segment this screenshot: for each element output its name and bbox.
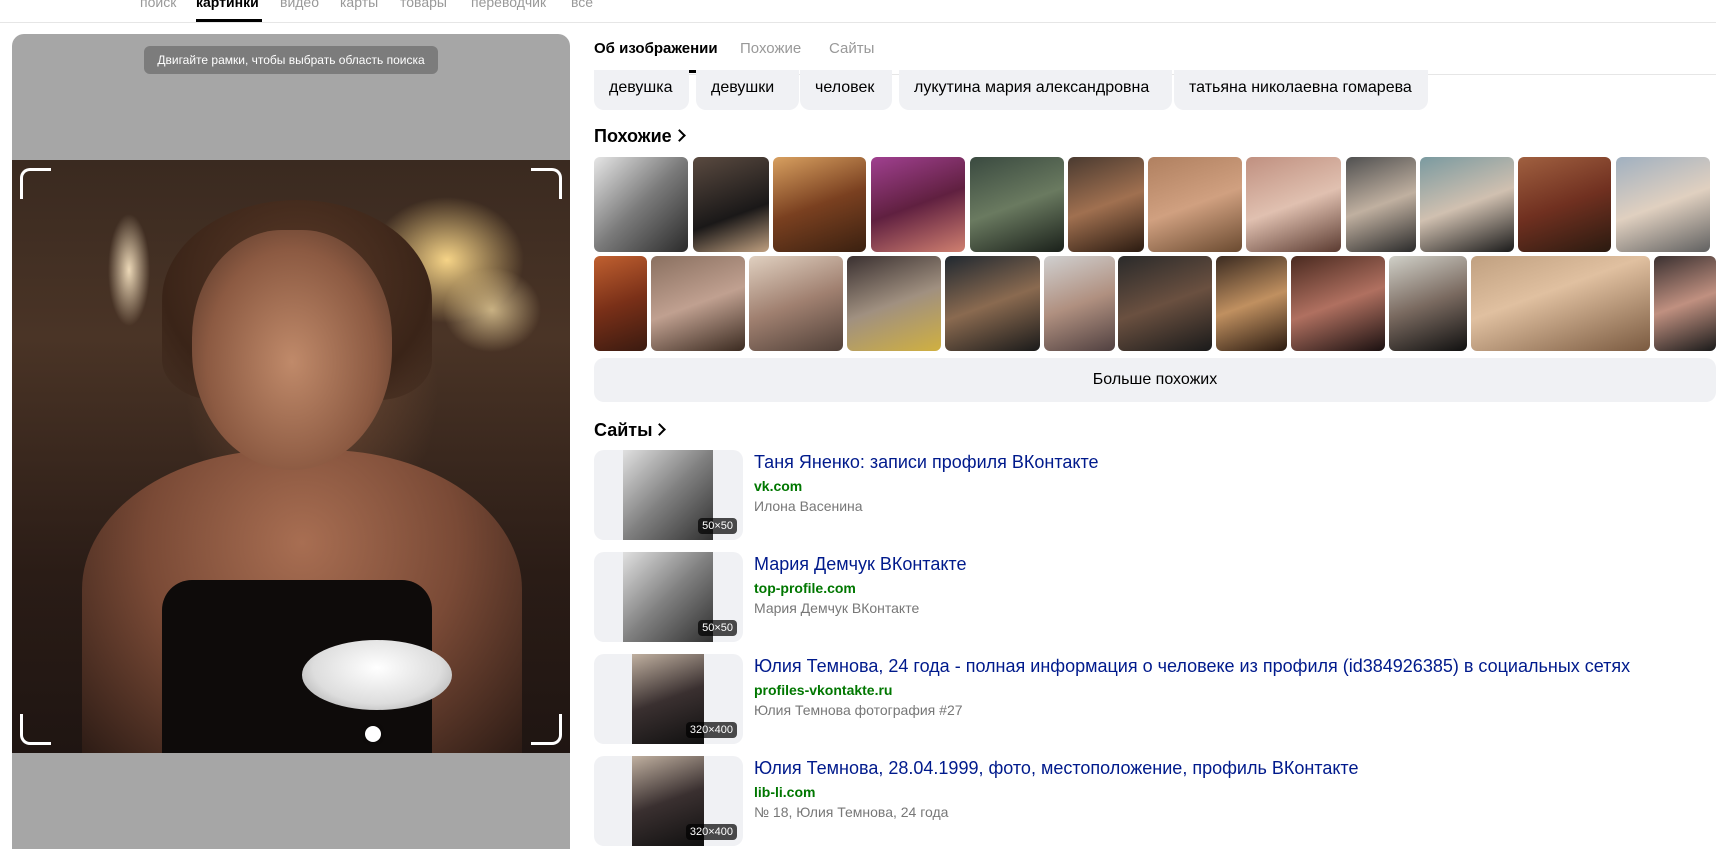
tab-about-image[interactable]: Об изображении <box>594 40 718 57</box>
similar-thumb[interactable] <box>1118 256 1212 351</box>
similar-thumb[interactable] <box>847 256 941 351</box>
similar-thumb[interactable] <box>1291 256 1385 351</box>
similar-thumb[interactable] <box>1654 256 1716 351</box>
image-dimensions: 320×400 <box>685 824 737 840</box>
similar-thumb[interactable] <box>1044 256 1115 351</box>
nav-translator[interactable]: переводчик <box>471 0 546 10</box>
tag-chip[interactable]: девушки <box>696 70 799 110</box>
similar-thumb[interactable] <box>1148 157 1242 252</box>
image-dimensions: 320×400 <box>685 722 737 738</box>
nav-video[interactable]: видео <box>280 0 319 10</box>
similar-thumb[interactable] <box>651 256 745 351</box>
tag-chip[interactable]: татьяна николаевна гомарева <box>1174 70 1428 110</box>
site-thumbnail[interactable]: 50×50 <box>594 450 743 540</box>
crop-point-marker[interactable] <box>365 726 381 742</box>
site-title-link[interactable]: Юлия Темнова, 24 года - полная информаци… <box>754 656 1630 677</box>
site-result[interactable]: 50×50 Мария Демчук ВКонтакте top-profile… <box>594 552 1716 642</box>
site-domain[interactable]: lib-li.com <box>754 784 815 800</box>
similar-thumb[interactable] <box>1616 157 1710 252</box>
tag-chip[interactable]: лукутина мария александровна <box>899 70 1172 110</box>
site-description: Юлия Темнова фотография #27 <box>754 702 963 718</box>
nav-all[interactable]: все <box>571 0 593 10</box>
site-thumbnail[interactable]: 320×400 <box>594 756 743 846</box>
similar-thumb[interactable] <box>1246 157 1341 252</box>
image-crop-panel: Двигайте рамки, чтобы выбрать область по… <box>12 34 570 849</box>
site-domain[interactable]: top-profile.com <box>754 580 856 596</box>
nav-active-underline <box>196 19 262 22</box>
site-title-link[interactable]: Юлия Темнова, 28.04.1999, фото, местопол… <box>754 758 1358 779</box>
crop-handle-top-left[interactable] <box>20 168 51 199</box>
similar-thumb[interactable] <box>1471 256 1650 351</box>
similar-thumb[interactable] <box>970 157 1064 252</box>
similar-title-label: Похожие <box>594 126 672 146</box>
tab-similar[interactable]: Похожие <box>740 40 801 57</box>
nav-images[interactable]: картинки <box>196 0 259 10</box>
crop-handle-bottom-left[interactable] <box>20 714 51 745</box>
crop-handle-top-right[interactable] <box>531 168 562 199</box>
site-thumbnail[interactable]: 320×400 <box>594 654 743 744</box>
site-description: № 18, Юлия Темнова, 24 года <box>754 804 949 820</box>
similar-thumb[interactable] <box>594 256 647 351</box>
site-description: Илона Васенина <box>754 498 863 514</box>
similar-thumb[interactable] <box>594 157 688 252</box>
site-description: Мария Демчук ВКонтакте <box>754 600 920 616</box>
similar-thumb[interactable] <box>1420 157 1514 252</box>
tag-chip[interactable]: девушка <box>594 70 689 110</box>
crop-hint: Двигайте рамки, чтобы выбрать область по… <box>144 46 438 74</box>
similar-thumb[interactable] <box>1389 256 1467 351</box>
query-image[interactable] <box>12 160 570 753</box>
result-tabs: Об изображении Похожие Сайты <box>594 30 1716 75</box>
similar-thumb[interactable] <box>1216 256 1287 351</box>
site-title-link[interactable]: Мария Демчук ВКонтакте <box>754 554 966 575</box>
similar-thumb[interactable] <box>1346 157 1416 252</box>
similar-thumb[interactable] <box>693 157 769 252</box>
similar-section-title[interactable]: Похожие <box>594 126 686 147</box>
site-result[interactable]: 320×400 Юлия Темнова, 24 года - полная и… <box>594 654 1716 744</box>
tab-sites[interactable]: Сайты <box>829 40 874 57</box>
more-similar-button[interactable]: Больше похожих <box>594 358 1716 402</box>
crop-handle-bottom-right[interactable] <box>531 714 562 745</box>
chevron-right-icon <box>672 129 686 142</box>
site-thumbnail[interactable]: 50×50 <box>594 552 743 642</box>
sites-title-label: Сайты <box>594 420 653 440</box>
nav-products[interactable]: товары <box>400 0 447 10</box>
site-result[interactable]: 50×50 Таня Яненко: записи профиля ВКонта… <box>594 450 1716 540</box>
similar-thumb[interactable] <box>945 256 1040 351</box>
site-domain[interactable]: profiles-vkontakte.ru <box>754 682 892 698</box>
similar-thumb[interactable] <box>749 256 843 351</box>
image-dimensions: 50×50 <box>698 620 737 636</box>
similar-thumb[interactable] <box>871 157 965 252</box>
top-navigation: поиск картинки видео карты товары перево… <box>0 0 1716 23</box>
similar-thumb[interactable] <box>1518 157 1611 252</box>
chevron-right-icon <box>653 423 667 436</box>
tag-chip[interactable]: человек <box>800 70 892 110</box>
nav-maps[interactable]: карты <box>340 0 378 10</box>
sites-section-title[interactable]: Сайты <box>594 420 667 441</box>
similar-thumb[interactable] <box>773 157 866 252</box>
image-dimensions: 50×50 <box>698 518 737 534</box>
site-domain[interactable]: vk.com <box>754 478 802 494</box>
site-title-link[interactable]: Таня Яненко: записи профиля ВКонтакте <box>754 452 1099 473</box>
site-result[interactable]: 320×400 Юлия Темнова, 28.04.1999, фото, … <box>594 756 1716 846</box>
similar-thumb[interactable] <box>1068 157 1144 252</box>
nav-search[interactable]: поиск <box>140 0 176 10</box>
